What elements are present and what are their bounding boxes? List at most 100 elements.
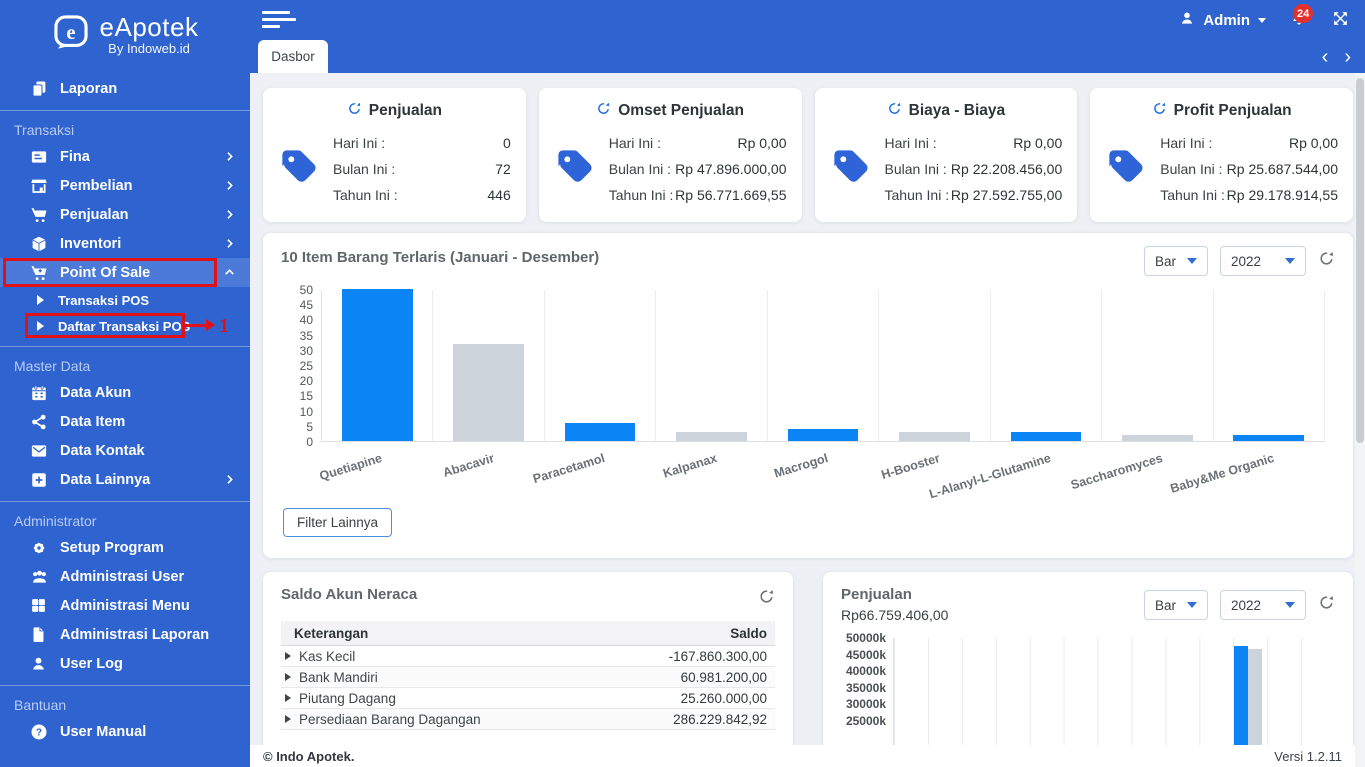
account-name: Bank Mandiri	[299, 669, 378, 685]
refresh-icon[interactable]	[596, 101, 611, 121]
sidebar-item-label: Transaksi POS	[58, 292, 150, 308]
sidebar-item-setup-program[interactable]: Setup Program	[0, 533, 250, 562]
sidebar-item-user-manual[interactable]: ? User Manual	[0, 717, 250, 746]
caret-down-icon	[1187, 602, 1197, 608]
refresh-icon[interactable]	[1152, 101, 1167, 121]
chart-bar[interactable]	[1121, 434, 1193, 441]
tag-icon	[278, 146, 320, 193]
stat-label: Hari Ini :	[884, 135, 937, 151]
user-name: Admin	[1203, 12, 1250, 29]
refresh-icon[interactable]	[887, 101, 902, 121]
sidebar-subitem-daftar-transaksi-pos[interactable]: Daftar Transaksi POS 1	[0, 313, 250, 339]
tab-scroll-left-icon[interactable]: ‹	[1322, 47, 1329, 67]
filter-lainnya-button[interactable]: Filter Lainnya	[283, 508, 393, 537]
scrollbar-thumb[interactable]	[1356, 78, 1364, 443]
chart-bar[interactable]	[899, 431, 970, 441]
y-axis-tick: 45	[299, 298, 313, 313]
sidebar-item-fina[interactable]: Fina	[0, 142, 250, 171]
caret-right-icon[interactable]	[285, 673, 291, 681]
bar-column	[545, 290, 657, 441]
fullscreen-button[interactable]	[1332, 10, 1349, 32]
stat-label: Hari Ini :	[333, 135, 386, 151]
gear-icon	[30, 538, 49, 557]
chart-bar[interactable]	[1010, 431, 1082, 441]
app-logo[interactable]: e eApotek By Indoweb.id	[0, 0, 250, 64]
tab-dasbor[interactable]: Dasbor	[258, 40, 328, 73]
caret-right-icon[interactable]	[285, 715, 291, 723]
chart-bar[interactable]	[341, 289, 413, 441]
sidebar-item-point-of-sale[interactable]: Point Of Sale	[0, 258, 250, 287]
sidebar-item-label: Penjualan	[60, 206, 129, 223]
stat-label: Hari Ini :	[1160, 135, 1213, 151]
stat-label: Bulan Ini :	[884, 161, 947, 177]
sidebar-item-inventori[interactable]: Inventori	[0, 229, 250, 258]
chart-bar[interactable]	[453, 343, 524, 441]
sidebar-item-penjualan[interactable]: Penjualan	[0, 200, 250, 229]
chart-type-select[interactable]: Bar	[1144, 246, 1208, 276]
table-row[interactable]: Kas Kecil -167.860.300,00	[281, 646, 775, 667]
year-select[interactable]: 2022	[1220, 590, 1306, 620]
refresh-icon[interactable]	[1318, 594, 1335, 616]
stat-value: Rp 25.687.544,00	[1226, 161, 1338, 177]
annotation-arrow-head	[206, 319, 215, 331]
sidebar-item-data-akun[interactable]: Data Akun	[0, 378, 250, 407]
y-axis-tick: 25	[299, 359, 313, 373]
chart-bar[interactable]	[676, 431, 747, 441]
hamburger-menu-icon[interactable]	[262, 11, 296, 32]
table-row[interactable]: Persediaan Barang Dagangan 286.229.842,9…	[281, 709, 775, 730]
sidebar-item-administrasi-user[interactable]: Administrasi User	[0, 562, 250, 591]
chart-bar[interactable]	[1233, 434, 1305, 441]
sidebar-item-administrasi-menu[interactable]: Administrasi Menu	[0, 591, 250, 620]
user-icon	[30, 654, 49, 673]
sidebar-item-data-lainnya[interactable]: Data Lainnya	[0, 465, 250, 494]
refresh-icon[interactable]	[758, 588, 775, 610]
user-menu[interactable]: Admin	[1179, 10, 1266, 31]
file-icon	[30, 625, 49, 644]
chart-type-select[interactable]: Bar	[1144, 590, 1208, 620]
sidebar-item-label: Pembelian	[60, 177, 133, 194]
caret-right-icon[interactable]	[285, 652, 291, 660]
sidebar-item-pembelian[interactable]: Pembelian	[0, 171, 250, 200]
sidebar-item-label: Inventori	[60, 235, 122, 252]
notifications-button[interactable]: 24	[1290, 4, 1314, 32]
stat-label: Bulan Ini :	[333, 161, 396, 177]
sidebar-item-data-item[interactable]: Data Item	[0, 407, 250, 436]
chevron-right-icon	[223, 179, 236, 192]
account-balance: 60.981.200,00	[680, 669, 767, 685]
sidebar-item-data-kontak[interactable]: Data Kontak	[0, 436, 250, 465]
year-select[interactable]: 2022	[1220, 246, 1306, 276]
panel-title: Saldo Akun Neraca	[281, 586, 418, 603]
chevron-right-icon	[223, 237, 236, 250]
x-axis-label: Paracetamol	[531, 451, 607, 487]
y-axis-tick: 50000k	[845, 631, 886, 645]
bar-column	[1214, 290, 1325, 441]
main-content: Penjualan Hari Ini : 0 Bulan Ini : 72 Tahu…	[250, 73, 1365, 767]
sidebar-item-label: Administrasi User	[60, 568, 185, 585]
sidebar-subitem-transaksi-pos[interactable]: Transaksi POS	[0, 287, 250, 313]
tab-scroll-right-icon[interactable]: ›	[1344, 47, 1351, 67]
divider	[0, 346, 250, 347]
app-name: eApotek	[99, 12, 199, 42]
cart-plus-icon	[30, 263, 49, 282]
svg-text:e: e	[66, 22, 75, 44]
table-row[interactable]: Piutang Dagang 25.260.000,00	[281, 688, 775, 709]
sidebar-item-laporan[interactable]: Laporan	[0, 74, 250, 103]
money-check-icon	[30, 147, 49, 166]
refresh-icon[interactable]	[1318, 250, 1335, 272]
page-scrollbar	[1355, 73, 1365, 767]
sidebar-item-user-log[interactable]: User Log	[0, 649, 250, 678]
svg-text:?: ?	[36, 727, 42, 738]
stat-label: Bulan Ini :	[608, 161, 672, 177]
chart-bar[interactable]	[787, 428, 859, 441]
y-axis-tick: 10	[299, 404, 313, 419]
y-axis-tick: 25000k	[845, 713, 886, 728]
tag-icon	[1105, 146, 1147, 193]
sidebar-item-label: Data Akun	[60, 384, 132, 401]
sidebar-item-administrasi-laporan[interactable]: Administrasi Laporan	[0, 620, 250, 649]
card-title: Profit Penjualan	[1173, 102, 1292, 119]
sidebar-item-label: Laporan	[60, 80, 118, 97]
refresh-icon[interactable]	[347, 101, 362, 121]
caret-right-icon[interactable]	[285, 694, 291, 702]
table-row[interactable]: Bank Mandiri 60.981.200,00	[281, 667, 775, 688]
chart-bar[interactable]	[564, 422, 636, 441]
